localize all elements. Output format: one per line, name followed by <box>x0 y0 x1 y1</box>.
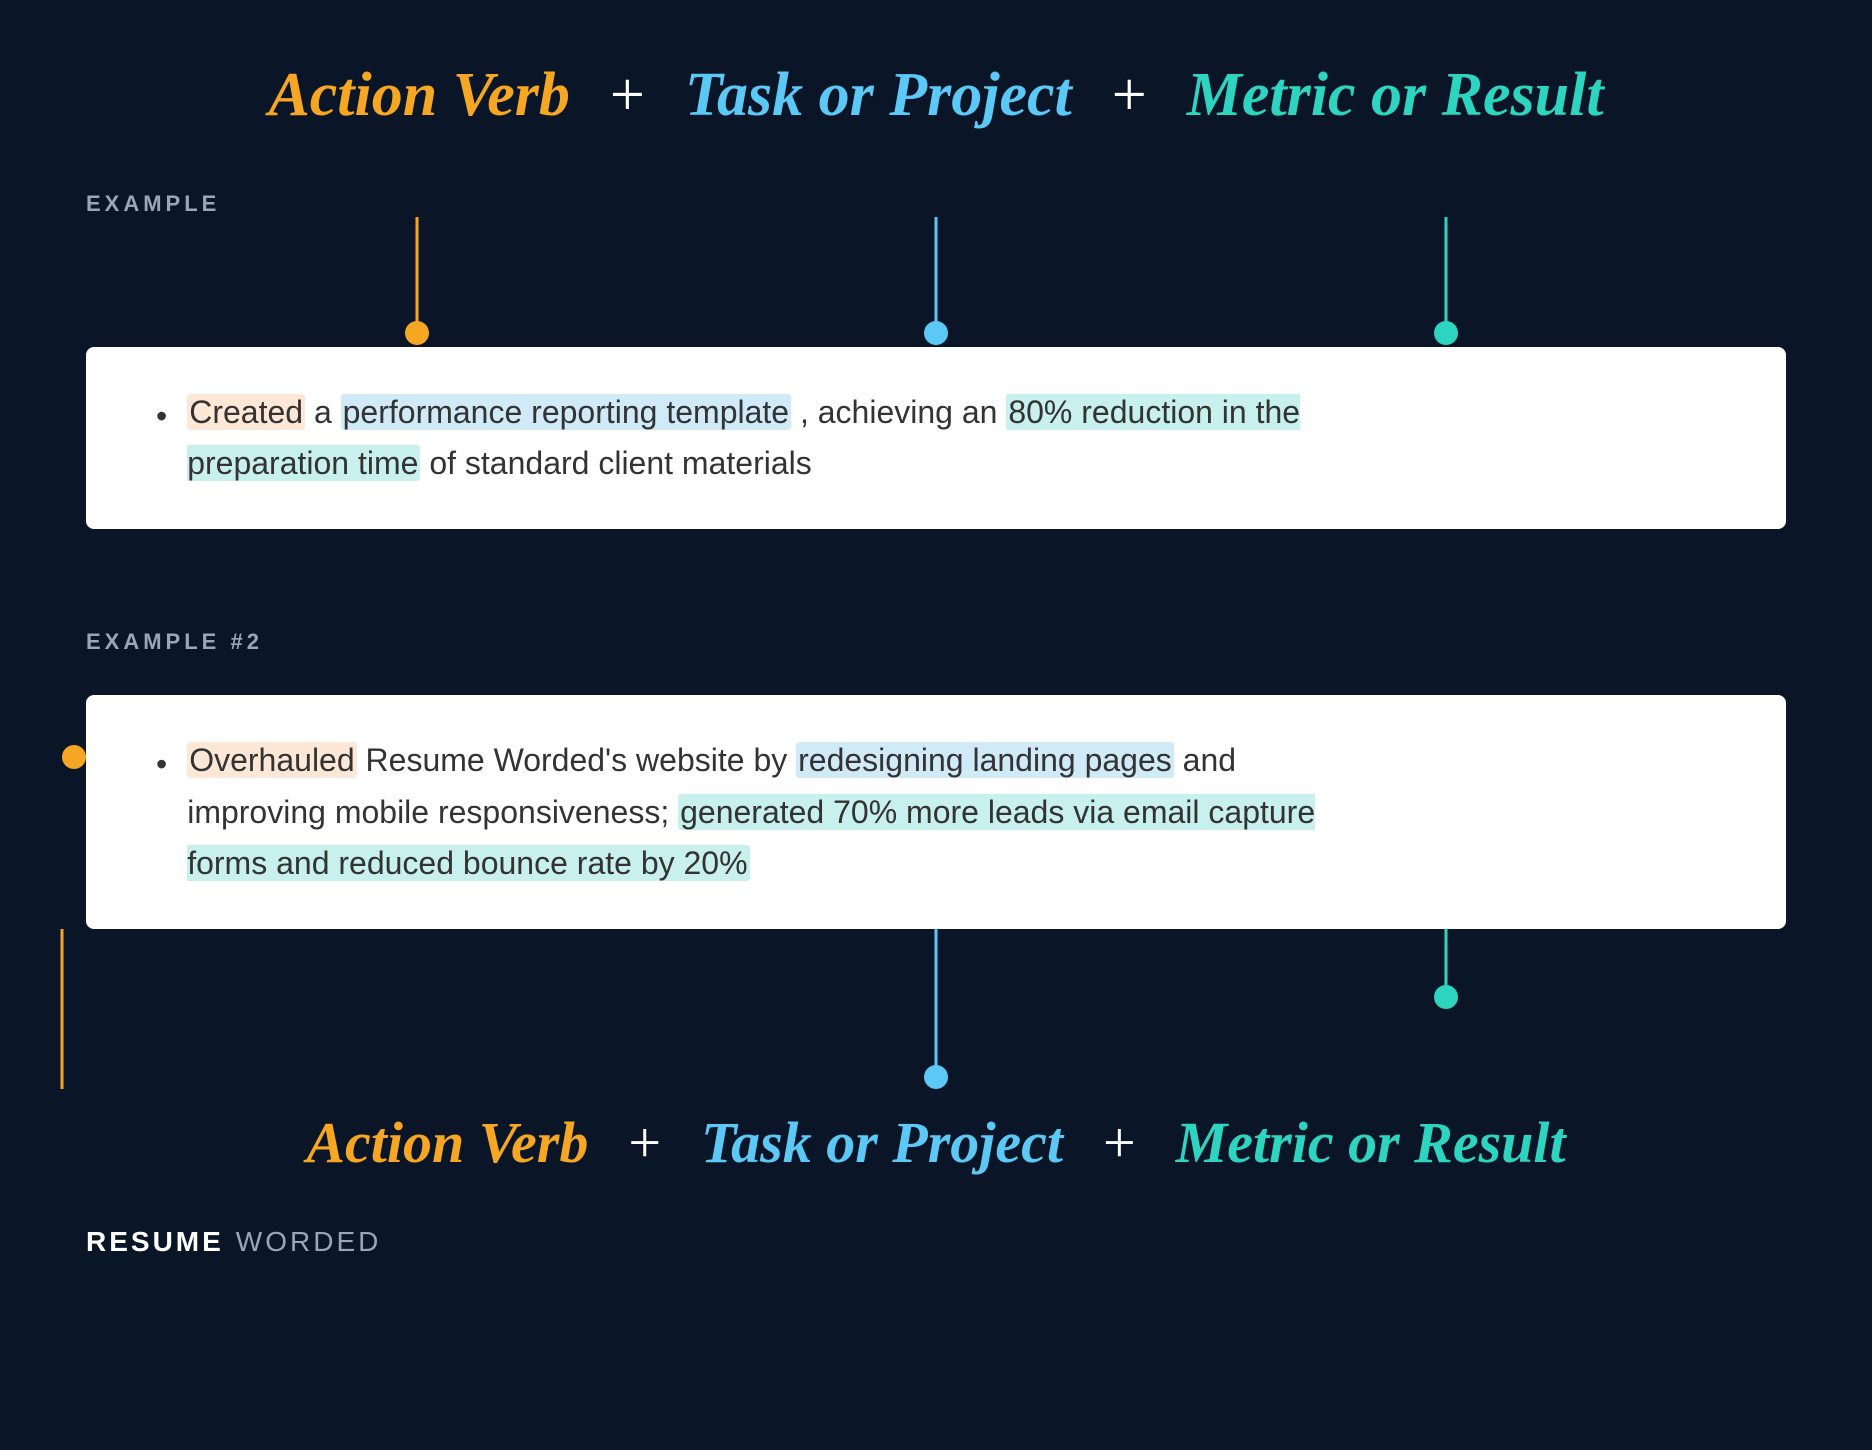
example2-top-gap <box>86 655 1786 695</box>
footer-metric: Metric or Result <box>1176 1109 1566 1176</box>
brand-resume: RESUME <box>86 1226 224 1258</box>
example1-box: • Created a performance reporting templa… <box>86 347 1786 529</box>
header-formula: Action Verb + Task or Project + Metric o… <box>86 40 1786 131</box>
example2-box-wrapper: • Overhauled Resume Worded's website by … <box>86 695 1786 929</box>
example1-section: EXAMPLE • Created a <box>86 131 1786 529</box>
bullet-dot-1: • <box>156 391 167 442</box>
example2-task: redesigning landing pages <box>796 742 1174 778</box>
example2-label: EXAMPLE #2 <box>86 599 263 655</box>
example2-text: Overhauled Resume Worded's website by re… <box>187 735 1315 889</box>
footer-formula: Action Verb + Task or Project + Metric o… <box>86 1109 1786 1176</box>
example1-bullet: • Created a performance reporting templa… <box>156 387 1736 489</box>
header-plus1: + <box>610 60 645 131</box>
example2-box: • Overhauled Resume Worded's website by … <box>86 695 1786 929</box>
example2-section: EXAMPLE #2 • Overhauled Resume Worded's … <box>86 589 1786 1089</box>
example1-task: performance reporting template <box>341 394 791 430</box>
header-action-verb: Action Verb <box>268 60 569 131</box>
example2-connectors-svg <box>86 929 1786 1089</box>
main-container: Action Verb + Task or Project + Metric o… <box>86 40 1786 1258</box>
example1-text: Created a performance reporting template… <box>187 387 1300 489</box>
example1-gap2: , achieving an <box>800 394 1006 430</box>
header-task: Task or Project <box>685 60 1072 131</box>
branding: RESUME WORDED <box>86 1226 1786 1258</box>
example1-gap3: of standard client materials <box>429 445 811 481</box>
example2-action: Overhauled <box>187 742 356 778</box>
example2-bullet: • Overhauled Resume Worded's website by … <box>156 735 1736 889</box>
example1-action: Created <box>187 394 305 430</box>
header-plus2: + <box>1112 60 1147 131</box>
example1-label: EXAMPLE <box>86 161 306 217</box>
brand-worded: WORDED <box>236 1226 382 1258</box>
example1-gap1: a <box>314 394 341 430</box>
footer-plus1: + <box>628 1109 661 1176</box>
section-gap <box>86 529 1786 589</box>
bullet-dot-2: • <box>156 739 167 790</box>
header-metric: Metric or Result <box>1187 60 1604 131</box>
example2-bottom-connectors <box>86 929 1786 1089</box>
example1-connectors-svg <box>86 217 1786 347</box>
footer-plus2: + <box>1103 1109 1136 1176</box>
footer-action-verb: Action Verb <box>306 1109 588 1176</box>
footer-task: Task or Project <box>701 1109 1063 1176</box>
example2-gap1: Resume Worded's website by <box>366 742 797 778</box>
example2-orange-dot <box>62 745 86 769</box>
